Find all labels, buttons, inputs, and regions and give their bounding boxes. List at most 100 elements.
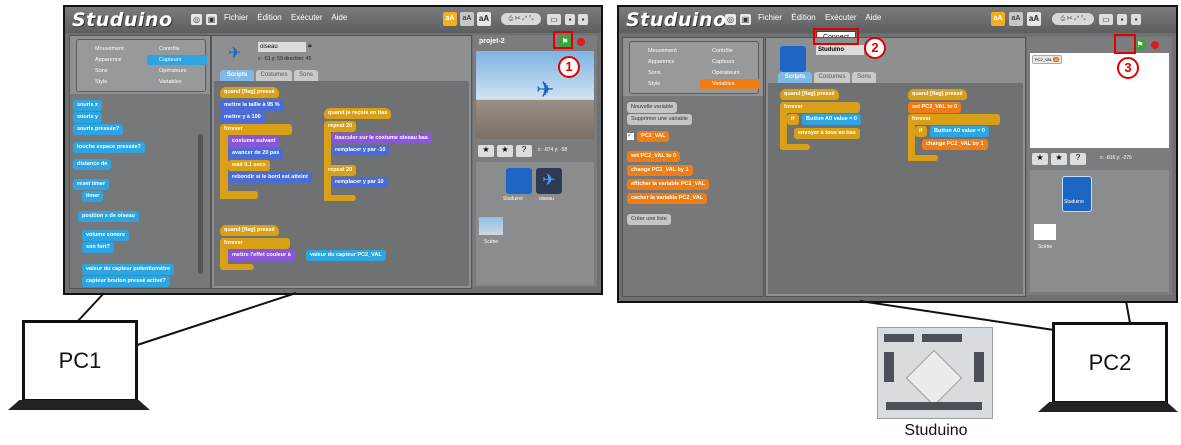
text-size-medium-button[interactable]: aA: [1009, 12, 1023, 26]
text-size-large-button[interactable]: aA: [1027, 12, 1041, 26]
category-sons[interactable]: Sons: [636, 68, 696, 78]
category-operateurs[interactable]: Opérateurs: [700, 68, 760, 78]
sprite-name-field[interactable]: oiseau: [258, 42, 306, 52]
stage-thumbnail[interactable]: [479, 217, 503, 235]
palette-block[interactable]: distance de: [73, 159, 112, 170]
script-block[interactable]: costume suivant: [228, 136, 280, 147]
menu-run[interactable]: Exécuter: [825, 13, 857, 22]
menu-edit[interactable]: Édition: [791, 13, 815, 22]
tab-costumes[interactable]: Costumes: [256, 70, 292, 81]
edit-tools[interactable]: ⎙ ✂ ⤢ ⤡: [1052, 13, 1094, 25]
script-block[interactable]: mettre y à 100: [220, 112, 265, 123]
script-block[interactable]: set PC2_VAL to 0: [908, 102, 962, 113]
menu-help[interactable]: Aide: [331, 13, 347, 22]
stop-icon[interactable]: [1151, 41, 1159, 49]
script-block[interactable]: basculer sur le costume oiseau bas: [331, 133, 432, 144]
script-block[interactable]: forever: [908, 114, 1000, 125]
globe-icon[interactable]: ◎: [191, 14, 202, 25]
category-capteurs[interactable]: Capteurs: [700, 57, 760, 67]
tab-scripts[interactable]: Scripts: [778, 72, 812, 83]
script-block[interactable]: valeur du capteur PC2_VAL: [306, 250, 386, 261]
layout-icon[interactable]: ▭: [1099, 14, 1113, 25]
category-style[interactable]: Style: [83, 77, 143, 87]
palette-block[interactable]: volume sonore: [82, 230, 130, 241]
palette-block[interactable]: capteur bouton pressé activé?: [82, 276, 170, 287]
category-sons[interactable]: Sons: [83, 66, 143, 76]
script-block[interactable]: forever: [780, 102, 860, 113]
stage-canvas[interactable]: PC2_VAL 0: [1030, 53, 1169, 148]
script-block[interactable]: quand je reçois en bas: [324, 108, 392, 119]
script-block[interactable]: remplacer y par 10: [331, 177, 388, 188]
menu-help[interactable]: Aide: [865, 13, 881, 22]
palette-block[interactable]: reset timer: [73, 179, 110, 190]
palette-block[interactable]: souris pressée?: [73, 124, 124, 135]
layout-full-icon[interactable]: ▪: [1117, 14, 1127, 25]
tab-scripts[interactable]: Scripts: [220, 70, 254, 81]
palette-block[interactable]: touche espace pressée?: [73, 142, 145, 153]
tab-sons[interactable]: Sons: [852, 72, 876, 83]
script-block[interactable]: if: [787, 114, 799, 125]
menu-file[interactable]: Fichier: [758, 13, 782, 22]
category-style[interactable]: Style: [636, 79, 696, 89]
paint-sprite-icon[interactable]: ★: [478, 145, 494, 157]
layout-alt-icon[interactable]: ▪: [1131, 14, 1141, 25]
category-variables[interactable]: Variables: [700, 79, 760, 89]
script-block[interactable]: change PC2_VAL by 1: [922, 139, 988, 150]
script-block[interactable]: remplacer y par -10: [331, 145, 390, 156]
text-size-medium-button[interactable]: aA: [460, 12, 474, 26]
palette-block[interactable]: timer: [82, 191, 104, 202]
palette-scrollbar[interactable]: [198, 134, 203, 274]
edit-tools[interactable]: ⎙ ✂ ⤢ ⤡: [501, 13, 541, 25]
palette-block[interactable]: cacher la variable PC2_VAL: [627, 193, 708, 204]
category-apparence[interactable]: Apparence: [83, 55, 143, 65]
bird-sprite-icon[interactable]: ✈: [536, 77, 554, 103]
random-sprite-icon[interactable]: ?: [516, 145, 532, 157]
script-block[interactable]: quand [flag] pressé: [220, 87, 279, 98]
script-canvas[interactable]: quand [flag] pressé forever if Button A0…: [768, 83, 1023, 294]
menu-edit[interactable]: Édition: [257, 13, 281, 22]
script-block[interactable]: quand [flag] pressé: [780, 89, 839, 100]
script-block[interactable]: envoyer à tous en bas: [794, 128, 860, 139]
category-mouvement[interactable]: Mouvement: [636, 46, 696, 56]
category-operateurs[interactable]: Opérateurs: [147, 66, 207, 76]
layout-full-icon[interactable]: ▪: [565, 14, 575, 25]
script-canvas[interactable]: quand [flag] pressé mettre la taille à 9…: [214, 81, 469, 286]
script-block[interactable]: avancer de 20 pas: [228, 148, 284, 159]
category-variables[interactable]: Variables: [147, 77, 207, 87]
tab-sons[interactable]: Sons: [294, 70, 318, 81]
palette-block[interactable]: change PC2_VAL by 1: [627, 165, 693, 176]
new-variable-button[interactable]: Nouvelle variable: [627, 102, 678, 113]
globe-icon[interactable]: ◎: [725, 14, 736, 25]
layout-alt-icon[interactable]: ▪: [578, 14, 588, 25]
save-icon[interactable]: ▣: [740, 14, 751, 25]
category-controle[interactable]: Contrôle: [700, 46, 760, 56]
category-mouvement[interactable]: Mouvement: [83, 44, 143, 54]
stage-thumbnail[interactable]: [1034, 224, 1056, 240]
palette-block[interactable]: souris x: [73, 100, 103, 111]
category-capteurs[interactable]: Capteurs: [147, 55, 207, 65]
menu-file[interactable]: Fichier: [224, 13, 248, 22]
palette-block[interactable]: set PC2_VAL to 0: [627, 151, 681, 162]
script-block[interactable]: repeat 20: [324, 165, 357, 176]
layout-icon[interactable]: ▭: [547, 14, 561, 25]
script-block[interactable]: mettre l'effet couleur à: [228, 250, 295, 261]
text-size-large-button[interactable]: aA: [477, 12, 491, 26]
script-block[interactable]: quand [flag] pressé: [908, 89, 967, 100]
script-block[interactable]: if: [915, 126, 927, 137]
script-block[interactable]: forever: [220, 238, 290, 249]
text-size-small-button[interactable]: aA: [991, 12, 1005, 26]
stop-icon[interactable]: [577, 38, 585, 46]
script-block[interactable]: Button A0 value = 0: [802, 114, 861, 125]
sprite-name-field[interactable]: Studuino: [816, 45, 864, 55]
variable-checkbox[interactable]: ✓: [627, 133, 634, 140]
palette-block[interactable]: valeur du capteur potentiomètre: [82, 264, 175, 275]
script-block[interactable]: forever: [220, 124, 292, 135]
tab-costumes[interactable]: Costumes: [814, 72, 850, 83]
script-block[interactable]: quand [flag] pressé: [220, 225, 279, 236]
delete-variable-button[interactable]: Supprimer une variable: [627, 114, 692, 125]
paint-sprite-icon[interactable]: ★: [1032, 153, 1048, 165]
script-block[interactable]: rebondir si le bord est atteint: [228, 172, 312, 183]
import-sprite-icon[interactable]: ★: [1051, 153, 1067, 165]
import-sprite-icon[interactable]: ★: [497, 145, 513, 157]
random-sprite-icon[interactable]: ?: [1070, 153, 1086, 165]
